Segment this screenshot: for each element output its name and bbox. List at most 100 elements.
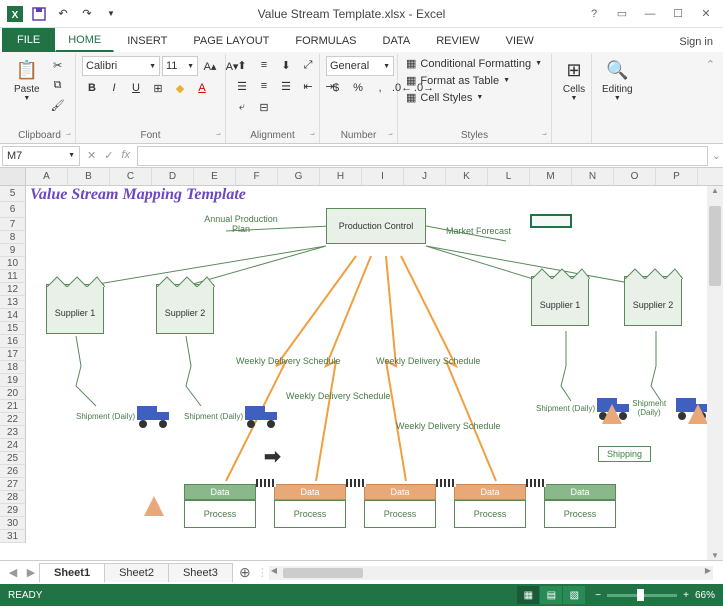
- col-header[interactable]: H: [320, 168, 362, 185]
- cells-button[interactable]: ⊞ Cells ▼: [558, 56, 590, 104]
- collapse-ribbon-icon[interactable]: ⌃: [702, 54, 719, 143]
- truck-icon[interactable]: Shipment (Daily): [76, 404, 173, 428]
- sign-in-link[interactable]: Sign in: [669, 32, 723, 52]
- help-icon[interactable]: ?: [581, 4, 607, 24]
- close-icon[interactable]: ✕: [693, 4, 719, 24]
- editing-button[interactable]: 🔍 Editing ▼: [598, 56, 637, 104]
- row-header[interactable]: 11: [0, 270, 26, 283]
- comma-icon[interactable]: ,: [370, 79, 390, 97]
- fill-color-icon[interactable]: ◆: [170, 79, 190, 97]
- border-icon[interactable]: ⊞: [148, 79, 168, 97]
- supplier-factory-3[interactable]: Supplier 1: [531, 276, 589, 326]
- redo-icon[interactable]: ↷: [76, 3, 98, 25]
- conditional-formatting-button[interactable]: ▦Conditional Formatting▼: [404, 56, 544, 71]
- col-header[interactable]: B: [68, 168, 110, 185]
- scrollbar-thumb[interactable]: [709, 206, 721, 286]
- font-family-combo[interactable]: Calibri▼: [82, 56, 160, 76]
- row-header[interactable]: 20: [0, 387, 26, 400]
- col-header[interactable]: O: [614, 168, 656, 185]
- sheet-tab-1[interactable]: Sheet1: [39, 563, 105, 583]
- sheet-nav-prev-icon[interactable]: ◀: [4, 566, 22, 579]
- row-header[interactable]: 28: [0, 491, 26, 504]
- row-header[interactable]: 24: [0, 439, 26, 452]
- truck-icon[interactable]: Shipment (Daily): [184, 404, 281, 428]
- select-all-triangle[interactable]: [0, 168, 26, 185]
- row-header[interactable]: 21: [0, 400, 26, 413]
- page-break-view-icon[interactable]: ▧: [563, 586, 585, 604]
- data-box[interactable]: Data: [274, 484, 346, 500]
- process-box[interactable]: Process: [454, 500, 526, 528]
- col-header[interactable]: E: [194, 168, 236, 185]
- data-box[interactable]: Data: [454, 484, 526, 500]
- process-box[interactable]: Process: [544, 500, 616, 528]
- row-header[interactable]: 7: [0, 218, 26, 231]
- merge-center-icon[interactable]: ⊟: [254, 98, 274, 116]
- percent-icon[interactable]: %: [348, 79, 368, 97]
- ribbon-display-icon[interactable]: ▭: [609, 4, 635, 24]
- orientation-icon[interactable]: ⤢: [298, 56, 318, 74]
- shipping-box[interactable]: Shipping: [598, 446, 651, 462]
- col-header[interactable]: A: [26, 168, 68, 185]
- selected-cell[interactable]: [530, 214, 572, 228]
- cut-icon[interactable]: ✂: [48, 56, 68, 74]
- tab-data[interactable]: DATA: [370, 30, 424, 52]
- wrap-text-icon[interactable]: ⤶: [232, 98, 252, 116]
- col-header[interactable]: D: [152, 168, 194, 185]
- data-box[interactable]: Data: [184, 484, 256, 500]
- paste-button[interactable]: 📋 Paste ▼: [10, 56, 44, 104]
- horizontal-scrollbar[interactable]: ◀ ▶: [269, 566, 713, 580]
- align-left-icon[interactable]: ☰: [232, 77, 252, 95]
- row-header[interactable]: 29: [0, 504, 26, 517]
- page-layout-view-icon[interactable]: ▤: [540, 586, 562, 604]
- sheet-tab-3[interactable]: Sheet3: [168, 563, 233, 582]
- currency-icon[interactable]: $: [326, 79, 346, 97]
- zoom-level[interactable]: 66%: [695, 590, 715, 601]
- row-header[interactable]: 27: [0, 478, 26, 491]
- process-box[interactable]: Process: [184, 500, 256, 528]
- row-header[interactable]: 13: [0, 296, 26, 309]
- tab-insert[interactable]: INSERT: [114, 30, 180, 52]
- undo-icon[interactable]: ↶: [52, 3, 74, 25]
- row-header[interactable]: 15: [0, 322, 26, 335]
- vertical-scrollbar[interactable]: ▲ ▼: [707, 186, 723, 560]
- row-header[interactable]: 9: [0, 244, 26, 257]
- format-as-table-button[interactable]: ▦Format as Table▼: [404, 73, 512, 88]
- increase-font-icon[interactable]: A▴: [200, 57, 220, 75]
- bold-button[interactable]: B: [82, 79, 102, 97]
- col-header[interactable]: F: [236, 168, 278, 185]
- row-header[interactable]: 8: [0, 231, 26, 244]
- row-header[interactable]: 6: [0, 202, 26, 218]
- row-header[interactable]: 18: [0, 361, 26, 374]
- col-header[interactable]: M: [530, 168, 572, 185]
- row-header[interactable]: 22: [0, 413, 26, 426]
- data-box[interactable]: Data: [364, 484, 436, 500]
- name-box[interactable]: M7▼: [2, 146, 80, 166]
- row-header[interactable]: 16: [0, 335, 26, 348]
- col-header[interactable]: L: [488, 168, 530, 185]
- col-header[interactable]: P: [656, 168, 698, 185]
- row-header[interactable]: 25: [0, 452, 26, 465]
- zoom-out-icon[interactable]: −: [595, 590, 601, 601]
- row-header[interactable]: 17: [0, 348, 26, 361]
- col-header[interactable]: N: [572, 168, 614, 185]
- format-painter-icon[interactable]: 🖌: [48, 96, 68, 114]
- row-header[interactable]: 30: [0, 517, 26, 530]
- tab-review[interactable]: REVIEW: [423, 30, 492, 52]
- scrollbar-thumb[interactable]: [283, 568, 363, 578]
- tab-file[interactable]: FILE: [2, 28, 55, 52]
- italic-button[interactable]: I: [104, 79, 124, 97]
- zoom-slider[interactable]: [607, 594, 677, 597]
- worksheet-grid[interactable]: A B C D E F G H I J K L M N O P 56789101…: [0, 168, 723, 560]
- formula-input[interactable]: [137, 146, 708, 166]
- sheet-tab-2[interactable]: Sheet2: [104, 563, 169, 582]
- fx-icon[interactable]: fx: [118, 149, 133, 162]
- minimize-icon[interactable]: —: [637, 4, 663, 24]
- row-header[interactable]: 19: [0, 374, 26, 387]
- process-box[interactable]: Process: [364, 500, 436, 528]
- underline-button[interactable]: U: [126, 79, 146, 97]
- supplier-factory-4[interactable]: Supplier 2: [624, 276, 682, 326]
- align-middle-icon[interactable]: ≡: [254, 56, 274, 74]
- number-format-combo[interactable]: General▼: [326, 56, 394, 76]
- data-box[interactable]: Data: [544, 484, 616, 500]
- row-header[interactable]: 14: [0, 309, 26, 322]
